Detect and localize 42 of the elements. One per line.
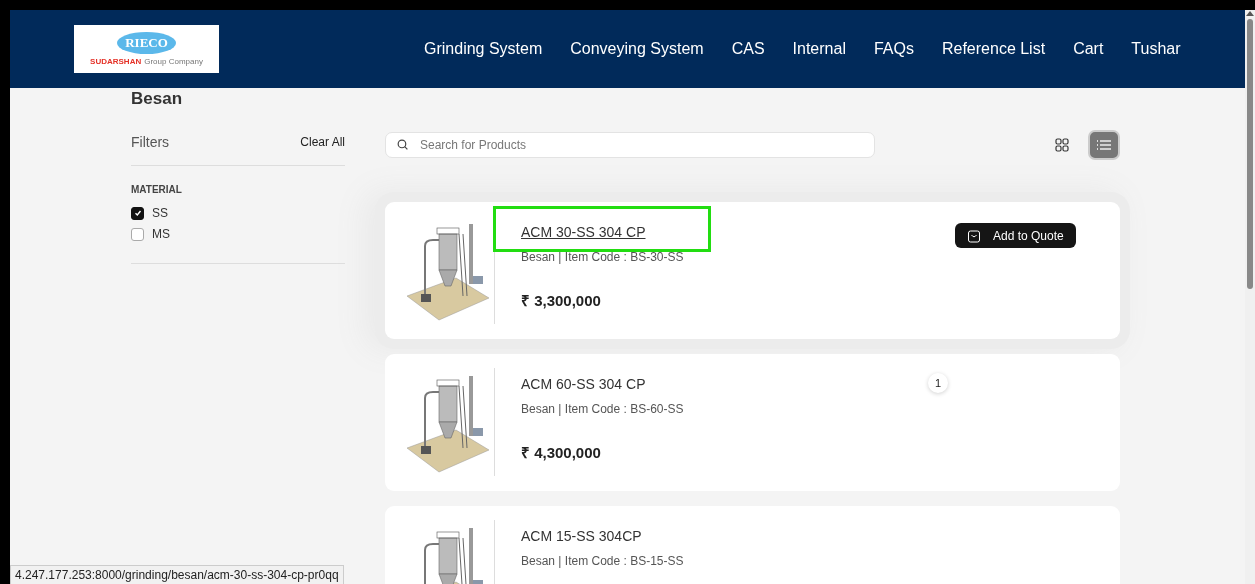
checkbox[interactable] — [131, 227, 144, 241]
list-icon — [1096, 138, 1112, 152]
search-icon — [396, 138, 409, 151]
check-icon — [133, 209, 142, 217]
count-badge: 1 — [928, 373, 948, 393]
product-title-link[interactable]: ACM 60-SS 304 CP — [521, 376, 684, 392]
nav-link[interactable]: CAS — [731, 40, 765, 58]
bag-icon — [967, 228, 981, 243]
product-card[interactable]: ACM 15-SS 304CP Besan | Item Code : BS-15-SS — [385, 506, 1120, 584]
product-title-link[interactable]: ACM 30-SS 304 CP — [521, 224, 684, 240]
product-price: ₹ 3,300,000 — [521, 291, 602, 310]
product-subtitle: Besan | Item Code : BS-15-SS — [521, 554, 684, 568]
nav-link[interactable]: Conveying System — [570, 40, 704, 58]
filter-option-label: MS — [152, 227, 170, 241]
checkbox[interactable] — [131, 206, 144, 220]
filter-group-title: MATERIAL — [131, 184, 183, 195]
company-logo[interactable]: RIECO SUDARSHAN Group Company — [74, 25, 219, 73]
nav-link[interactable]: Internal — [792, 40, 846, 58]
logo-group-suffix: Group Company — [144, 57, 203, 66]
nav-link[interactable]: Reference List — [941, 40, 1046, 58]
product-subtitle: Besan | Item Code : BS-60-SS — [521, 402, 684, 416]
add-to-quote-button[interactable]: Add to Quote — [955, 223, 1076, 248]
nav-link[interactable]: FAQs — [873, 40, 914, 58]
page-title: Besan — [131, 88, 184, 109]
search-field[interactable]: Search for Products — [385, 132, 875, 158]
nav-link[interactable]: Cart — [1073, 40, 1104, 58]
product-card[interactable]: ACM 60-SS 304 CP Besan | Item Code : BS-60-SS ₹ 4,300,000 1 — [385, 354, 1120, 491]
scrollbar[interactable] — [1245, 10, 1255, 584]
scroll-up-icon[interactable] — [1246, 10, 1254, 16]
product-subtitle: Besan | Item Code : BS-30-SS — [521, 250, 684, 264]
product-price: ₹ 4,300,000 — [521, 443, 602, 462]
status-url: 4.247.177.253:8000/grinding/besan/acm-30-ss-304-cp-pr0qq — [10, 565, 344, 584]
list-view-button[interactable] — [1088, 130, 1120, 160]
clear-all-button[interactable]: Clear All — [300, 135, 345, 149]
filter-option-label: SS — [152, 206, 168, 220]
logo-group-name: SUDARSHAN — [90, 57, 142, 66]
grid-icon — [1055, 138, 1069, 152]
nav-link[interactable]: Tushar — [1131, 40, 1181, 58]
product-title-link[interactable]: ACM 15-SS 304CP — [521, 528, 684, 544]
logo-brand: RIECO — [117, 32, 176, 54]
nav-link[interactable]: Grinding System — [424, 40, 543, 58]
filters-title: Filters — [131, 134, 170, 150]
